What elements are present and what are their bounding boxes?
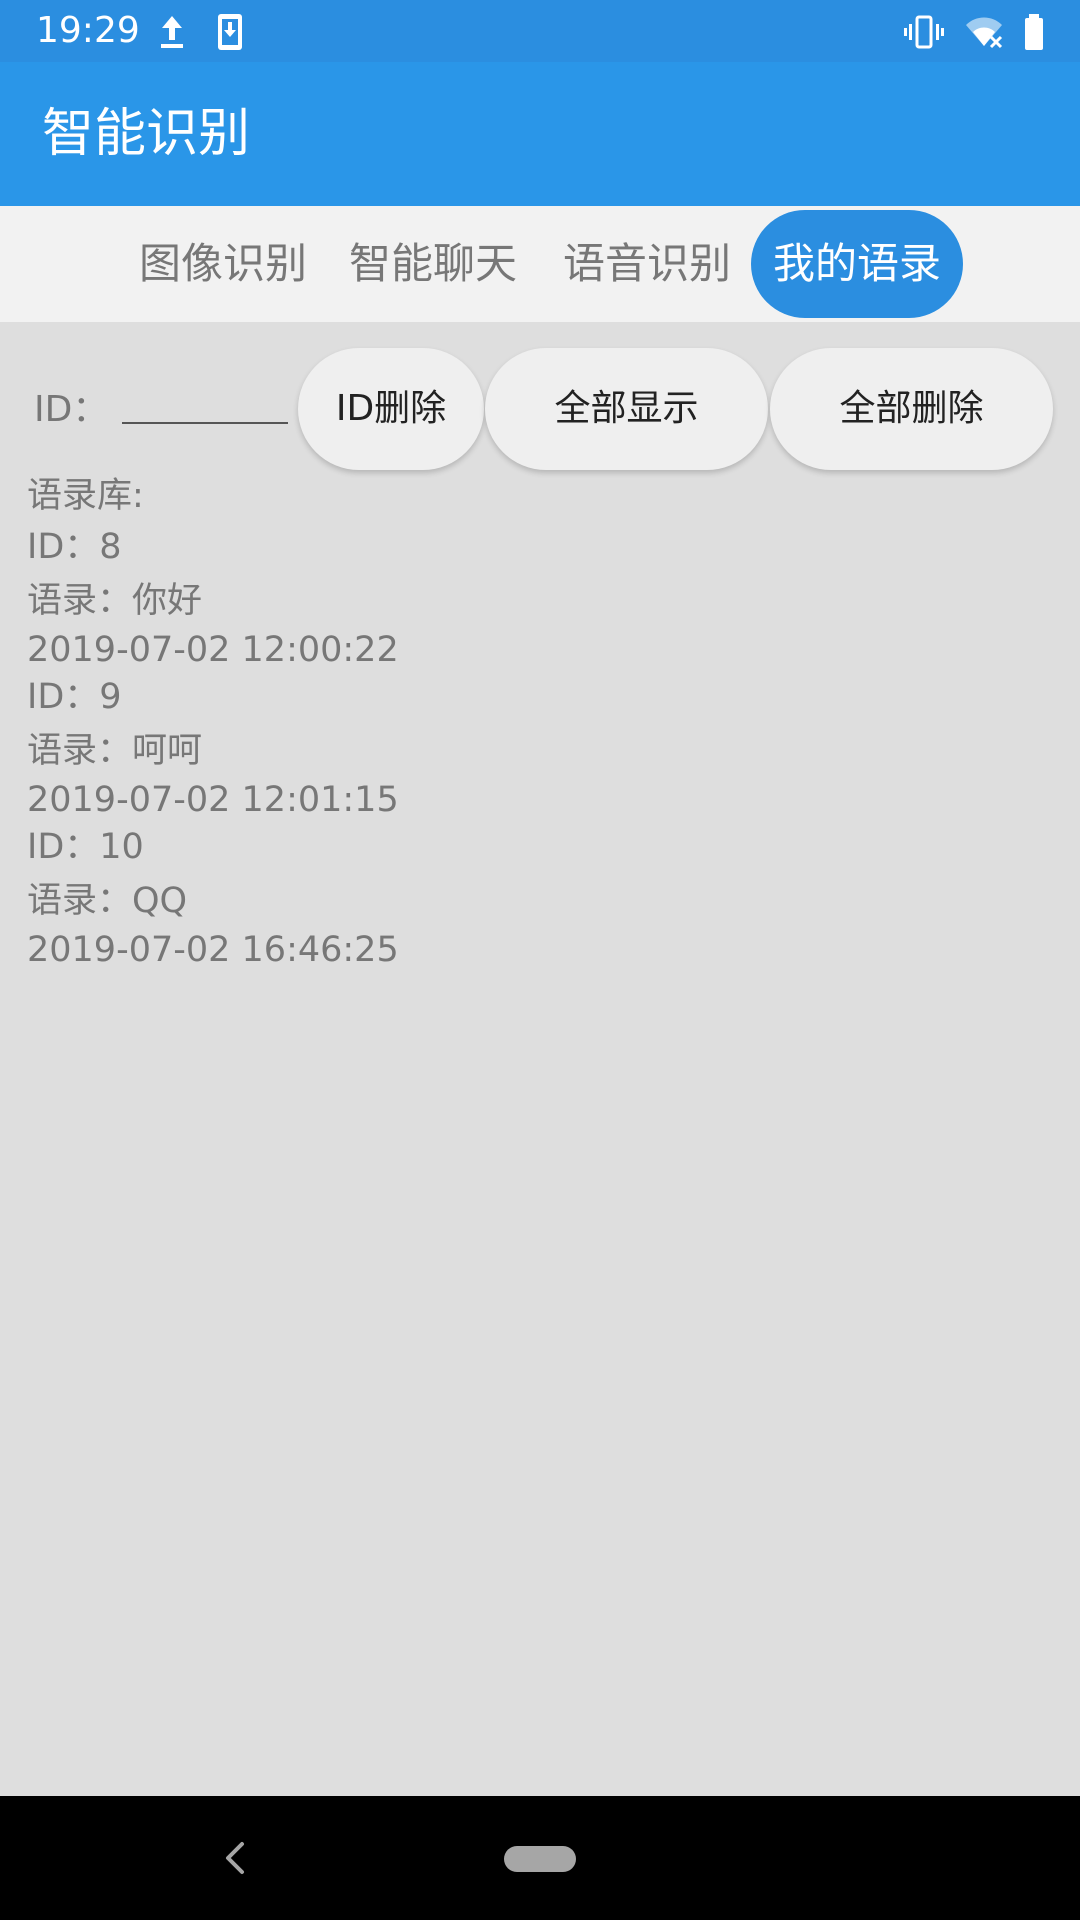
records-title: 语录库: — [27, 476, 144, 516]
id-input[interactable] — [122, 380, 288, 424]
list-item: ID：8 语录：你好 2019-07-02 12:00:22 — [27, 522, 1027, 672]
list-item: ID：10 语录：QQ 2019-07-02 16:46:25 — [27, 822, 1027, 972]
record-text: 语录：QQ — [27, 881, 188, 921]
record-id: ID：8 — [27, 527, 122, 567]
delete-by-id-button[interactable]: ID删除 — [298, 348, 484, 470]
vibrate-icon — [904, 15, 944, 49]
navigation-bar — [0, 1796, 1080, 1920]
tab-smart-chat[interactable]: 智能聊天 — [340, 210, 526, 318]
wifi-off-icon — [966, 17, 1003, 49]
back-icon[interactable] — [216, 1834, 252, 1882]
record-id: ID：9 — [27, 677, 122, 717]
record-time: 2019-07-02 12:01:15 — [27, 780, 399, 820]
record-id: ID：10 — [27, 827, 144, 867]
show-all-button[interactable]: 全部显示 — [485, 348, 768, 470]
app-title: 智能识别 — [42, 104, 251, 164]
download-to-phone-icon — [218, 14, 242, 50]
status-bar: 19:29 — [0, 0, 1080, 62]
status-time: 19:29 — [36, 10, 140, 51]
record-time: 2019-07-02 16:46:25 — [27, 930, 399, 970]
app-bar: 智能识别 — [0, 62, 1080, 206]
delete-all-button[interactable]: 全部删除 — [770, 348, 1053, 470]
record-text: 语录：呵呵 — [27, 731, 203, 771]
screen: 19:29 智能识别 图像识别 智能聊天 语音识别 我的语录 ID： ID删除 … — [0, 0, 1080, 1920]
records-list: 语录库: ID：8 语录：你好 2019-07-02 12:00:22 ID：9… — [27, 470, 1027, 972]
tab-my-quotes[interactable]: 我的语录 — [751, 210, 963, 318]
tab-image-recognition[interactable]: 图像识别 — [130, 210, 316, 318]
list-item: ID：9 语录：呵呵 2019-07-02 12:01:15 — [27, 672, 1027, 822]
id-label: ID： — [34, 389, 109, 430]
tab-voice-recognition[interactable]: 语音识别 — [554, 210, 740, 318]
home-pill-icon[interactable] — [504, 1846, 576, 1872]
tab-bar: 图像识别 智能聊天 语音识别 我的语录 — [0, 206, 1080, 322]
battery-icon — [1025, 14, 1043, 50]
upload-icon — [161, 16, 183, 48]
record-time: 2019-07-02 12:00:22 — [27, 630, 399, 670]
record-text: 语录：你好 — [27, 581, 203, 621]
